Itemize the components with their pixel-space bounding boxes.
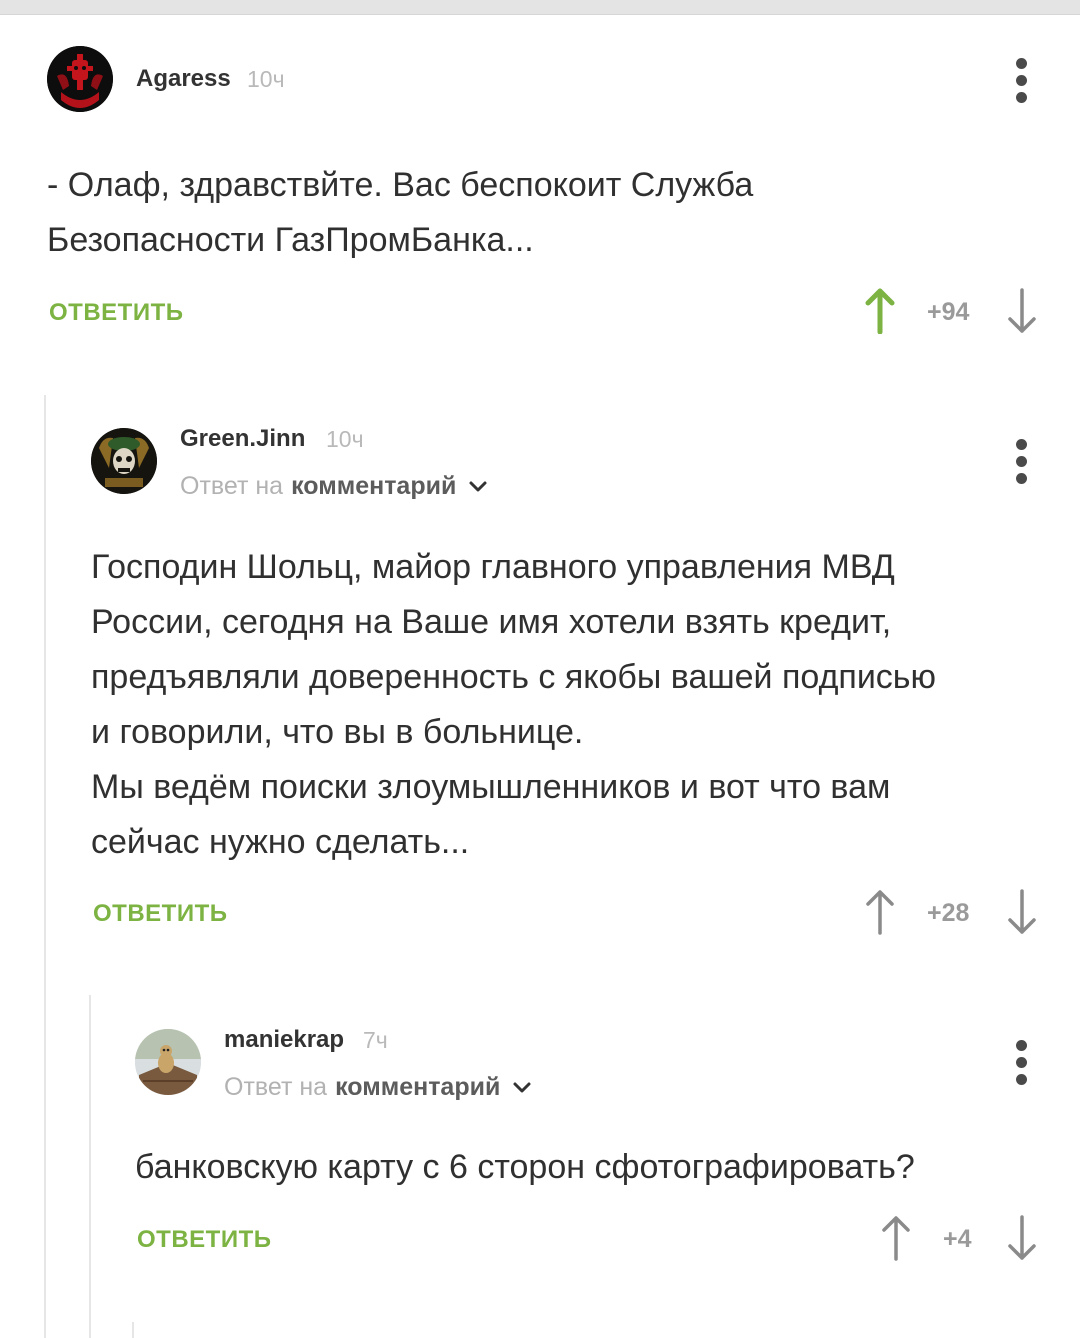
- vote-score: +28: [927, 899, 970, 927]
- vote-score: +4: [943, 1225, 972, 1253]
- top-divider: [0, 0, 1080, 15]
- reply-to-comment-link[interactable]: комментарий: [291, 472, 456, 501]
- reply-to-prefix: Ответ на: [224, 1073, 328, 1101]
- comment-time: 10ч: [247, 66, 285, 92]
- thread-line-level-3: [132, 1322, 134, 1338]
- comment-text-line: России, сегодня на Ваше имя хотели взять…: [91, 603, 892, 641]
- comment-text-line: предъявляли доверенность с якобы вашей п…: [91, 658, 937, 696]
- vote-score: +94: [927, 298, 970, 326]
- comment-text: - Олаф, здравствйте. Вас беспокоит Служб…: [47, 158, 753, 268]
- author-name[interactable]: Agaress: [136, 65, 231, 93]
- avatar[interactable]: [91, 428, 157, 494]
- reply-to-link[interactable]: Ответ на комментарий: [180, 472, 488, 501]
- comment-time: 10ч: [326, 426, 364, 452]
- chevron-down-icon[interactable]: [512, 1081, 532, 1095]
- comment-text: Господин Шольц, майор главного управлени…: [91, 540, 936, 870]
- upvote-arrow-icon[interactable]: [880, 1215, 912, 1266]
- comment-time: 7ч: [363, 1027, 388, 1053]
- downvote-arrow-icon[interactable]: [1006, 288, 1038, 339]
- downvote-arrow-icon[interactable]: [1006, 1215, 1038, 1266]
- reply-to-comment-link[interactable]: комментарий: [335, 1073, 500, 1102]
- reply-button[interactable]: ОТВЕТИТЬ: [93, 900, 228, 928]
- reply-button[interactable]: ОТВЕТИТЬ: [49, 299, 184, 327]
- thread-line-level-2: [89, 995, 91, 1338]
- comment-text-line: Мы ведём поиски злоумышленников и вот чт…: [91, 768, 891, 806]
- avatar[interactable]: [47, 46, 113, 112]
- comment-text-line: - Олаф, здравствйте. Вас беспокоит Служб…: [47, 166, 754, 204]
- author-name[interactable]: Green.Jinn: [180, 425, 305, 453]
- comment-text-line: и говорили, что вы в больнице.: [91, 713, 584, 751]
- comment-text-line: сейчас нужно сделать...: [91, 823, 470, 861]
- reply-to-prefix: Ответ на: [180, 472, 284, 500]
- kebab-menu-icon[interactable]: [1015, 58, 1027, 103]
- author-name[interactable]: maniekrap: [224, 1026, 344, 1054]
- upvote-arrow-icon[interactable]: [864, 889, 896, 940]
- kebab-menu-icon[interactable]: [1015, 439, 1027, 484]
- kebab-menu-icon[interactable]: [1015, 1040, 1027, 1085]
- comment-text-line: банковскую карту с 6 сторон сфотографиро…: [135, 1148, 915, 1186]
- comment-text: банковскую карту с 6 сторон сфотографиро…: [135, 1140, 915, 1195]
- reply-to-link[interactable]: Ответ на комментарий: [224, 1073, 532, 1102]
- downvote-arrow-icon[interactable]: [1006, 889, 1038, 940]
- chevron-down-icon[interactable]: [468, 480, 488, 494]
- thread-line-level-1: [44, 395, 46, 1338]
- comment-text-line: Господин Шольц, майор главного управлени…: [91, 548, 895, 586]
- avatar[interactable]: [135, 1029, 201, 1095]
- comment-text-line: Безопасности ГазПромБанка...: [47, 221, 534, 259]
- upvote-arrow-icon[interactable]: [864, 288, 896, 339]
- reply-button[interactable]: ОТВЕТИТЬ: [137, 1226, 272, 1254]
